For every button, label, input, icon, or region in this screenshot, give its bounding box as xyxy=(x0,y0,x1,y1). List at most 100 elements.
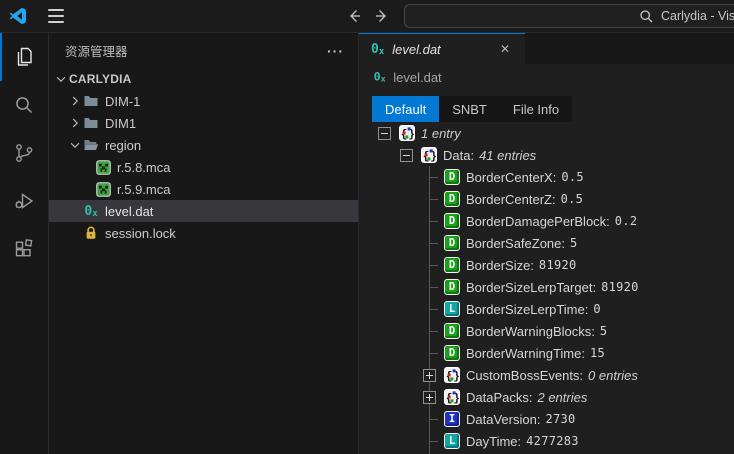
nbt-row-BorderDamagePerBlock[interactable]: DBorderDamagePerBlock:0.2 xyxy=(359,210,734,232)
folder-icon xyxy=(83,115,99,131)
activity-bar-run-debug[interactable] xyxy=(0,177,48,225)
nav-forward-icon[interactable] xyxy=(372,6,392,26)
sidebar-header: 资源管理器 ··· xyxy=(49,33,358,68)
nbt-key: DataVersion: xyxy=(466,412,540,427)
sidebar-item-dim-1[interactable]: DIM-1 xyxy=(49,90,358,112)
tree-item-label: r.5.9.mca xyxy=(117,182,170,197)
sidebar-item-level-dat[interactable]: 0xlevel.dat xyxy=(49,200,358,222)
sidebar-item-carlydia[interactable]: CARLYDIA xyxy=(49,68,358,90)
mca-icon xyxy=(95,159,111,175)
nbt-key: BorderWarningTime: xyxy=(466,346,585,361)
nbt-row-BorderWarningTime[interactable]: DBorderWarningTime:15 xyxy=(359,342,734,364)
nbt-key: BorderWarningBlocks: xyxy=(466,324,595,339)
tree-tick xyxy=(423,298,436,320)
nbt-key: BorderSizeLerpTime: xyxy=(466,302,588,317)
explorer-sidebar: 资源管理器 ··· CARLYDIA DIM-1 DIM1 region r.5.8.m… xyxy=(49,33,359,454)
tree-tick xyxy=(423,276,436,298)
breadcrumb[interactable]: 0x level.dat xyxy=(359,64,734,90)
sidebar-item-r-5-8-mca[interactable]: r.5.8.mca xyxy=(49,156,358,178)
nbt-key: Data: xyxy=(443,148,474,163)
nbt-row-BorderSizeLerpTime[interactable]: L BorderSizeLerpTime: 0 xyxy=(359,298,734,320)
sidebar-item-r-5-9-mca[interactable]: r.5.9.mca xyxy=(49,178,358,200)
nbt-row-BorderSafeZone[interactable]: DBorderSafeZone:5 xyxy=(359,232,734,254)
tag-compound-icon: {} xyxy=(421,147,437,163)
expander-expand-icon[interactable] xyxy=(423,391,436,404)
nbt-entry-count: 1 entry xyxy=(421,126,461,141)
expander-expand-icon[interactable] xyxy=(423,369,436,382)
view-tab-file-info[interactable]: File Info xyxy=(500,96,572,122)
chevron-down-icon[interactable] xyxy=(67,137,83,153)
sidebar-item-dim1[interactable]: DIM1 xyxy=(49,112,358,134)
activity-bar-source-control[interactable] xyxy=(0,129,48,177)
sidebar-item-session-lock[interactable]: session.lock xyxy=(49,222,358,244)
chevron-right-icon[interactable] xyxy=(67,93,83,109)
extensions-icon xyxy=(12,237,36,261)
tree-item-label: DIM-1 xyxy=(105,94,140,109)
svg-text:{: { xyxy=(446,393,453,405)
nbt-row-BorderSizeLerpTarget[interactable]: DBorderSizeLerpTarget:81920 xyxy=(359,276,734,298)
expander-collapse-icon[interactable] xyxy=(400,149,413,162)
explorer-icon xyxy=(12,45,36,69)
nbt-value: 0.2 xyxy=(615,214,638,228)
breadcrumb-item[interactable]: level.dat xyxy=(393,70,441,85)
nbt-row-DataPacks[interactable]: {}DataPacks:2 entries xyxy=(359,386,734,408)
folder-icon xyxy=(83,93,99,109)
tag-long-icon: L xyxy=(444,301,460,317)
activity-bar-explorer[interactable] xyxy=(0,33,48,81)
activity-bar-search[interactable] xyxy=(0,81,48,129)
tree-tick xyxy=(423,254,436,276)
nbt-value: 81920 xyxy=(539,258,577,272)
command-center-search[interactable]: Carlydia - Visual Studio Code xyxy=(404,4,734,28)
tree-tick xyxy=(423,210,436,232)
chevron-down-icon[interactable] xyxy=(53,71,69,87)
more-actions-icon[interactable]: ··· xyxy=(327,46,344,56)
svg-text:{: { xyxy=(423,151,430,163)
svg-text:{: { xyxy=(401,129,408,141)
nbt-key: BorderSize: xyxy=(466,258,534,273)
nbt-row-BorderCenterX[interactable]: DBorderCenterX:0.5 xyxy=(359,166,734,188)
tab-level-dat[interactable]: 0x level.dat ✕ xyxy=(359,33,525,64)
nbt-row-DataVersion[interactable]: IDataVersion:2730 xyxy=(359,408,734,430)
nav-back-icon[interactable] xyxy=(344,6,364,26)
nbt-row-CustomBossEvents[interactable]: {}CustomBossEvents:0 entries xyxy=(359,364,734,386)
vscode-logo-icon[interactable] xyxy=(9,7,27,25)
nbt-row-DayTime[interactable]: LDayTime:4277283 xyxy=(359,430,734,452)
view-tab-default[interactable]: Default xyxy=(372,96,439,122)
nbt-entry-count: 41 entries xyxy=(479,148,536,163)
view-tab-snbt[interactable]: SNBT xyxy=(439,96,500,122)
tag-double-icon: D xyxy=(444,191,460,207)
view-tabs: DefaultSNBTFile Info xyxy=(372,96,572,122)
close-icon[interactable]: ✕ xyxy=(497,41,513,57)
tree-tick xyxy=(423,188,436,210)
nbt-key: DayTime: xyxy=(466,434,521,449)
mca-icon xyxy=(95,181,111,197)
nbt-value: 0.5 xyxy=(561,170,584,184)
nbt-tree: {} 1 entry {} Data: 41 entries DBorderCenterX… xyxy=(359,122,734,454)
svg-text:}: } xyxy=(453,393,460,405)
tree-item-label: region xyxy=(105,138,141,153)
nbt-row-Data[interactable]: {} Data: 41 entries xyxy=(359,144,734,166)
activity-bar-extensions[interactable] xyxy=(0,225,48,273)
svg-text:}: } xyxy=(408,129,415,141)
nbt-value: 0 xyxy=(593,302,601,316)
menu-icon[interactable] xyxy=(48,9,64,23)
tree-item-label: DIM1 xyxy=(105,116,136,131)
sidebar-item-region[interactable]: region xyxy=(49,134,358,156)
tag-double-icon: D xyxy=(444,279,460,295)
nbt-row-BorderWarningBlocks[interactable]: DBorderWarningBlocks:5 xyxy=(359,320,734,342)
tree-tick xyxy=(423,232,436,254)
lock-icon xyxy=(83,225,99,241)
run-debug-icon xyxy=(12,189,36,213)
nbt-row-root[interactable]: {} 1 entry xyxy=(359,122,734,144)
search-icon xyxy=(12,93,36,117)
svg-text:{: { xyxy=(446,371,453,383)
tag-double-icon: D xyxy=(444,345,460,361)
nbt-row-BorderSize[interactable]: DBorderSize:81920 xyxy=(359,254,734,276)
nbt-file-icon: 0x xyxy=(374,71,386,83)
nbt-value: 5 xyxy=(570,236,578,250)
nbt-row-BorderCenterZ[interactable]: DBorderCenterZ:0.5 xyxy=(359,188,734,210)
expander-collapse-icon[interactable] xyxy=(378,127,391,140)
hex-icon: 0x xyxy=(83,203,99,219)
chevron-right-icon[interactable] xyxy=(67,115,83,131)
tree-tick xyxy=(423,166,436,188)
